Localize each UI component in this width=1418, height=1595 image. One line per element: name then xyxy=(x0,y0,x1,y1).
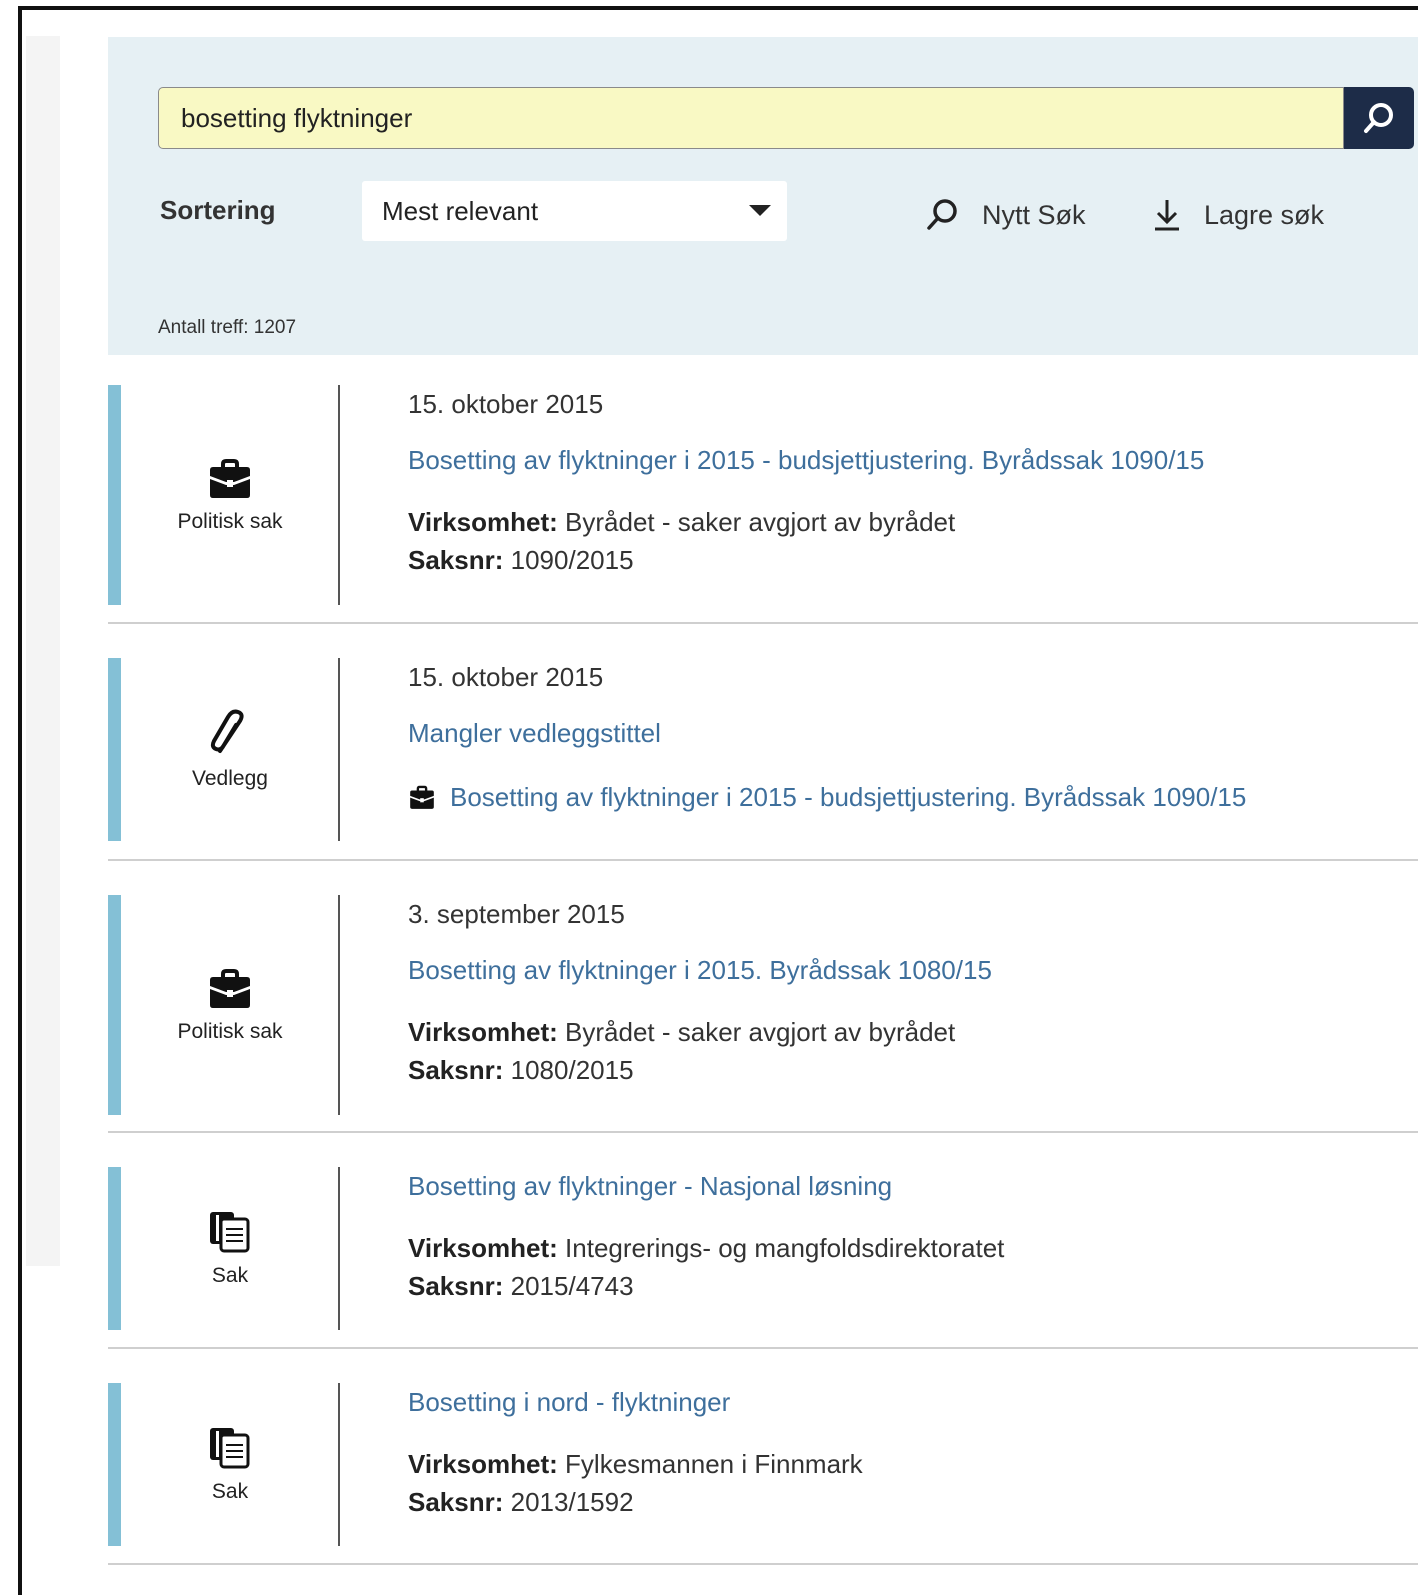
briefcase-icon xyxy=(210,459,250,498)
download-icon xyxy=(1152,197,1182,233)
result-item[interactable]: Sak Bosetting av flyktninger - Nasjonal … xyxy=(108,1167,1418,1330)
result-accent-bar xyxy=(108,1167,121,1330)
saksnr-value: 2013/1592 xyxy=(510,1487,634,1517)
documents-icon xyxy=(210,1211,250,1252)
virksomhet-label: Virksomhet: xyxy=(408,1017,558,1047)
parent-case-link[interactable]: Bosetting av flyktninger i 2015 - budsje… xyxy=(408,780,1418,814)
result-virksomhet: Virksomhet: Integrerings- og mangfoldsdi… xyxy=(408,1229,1418,1267)
result-saksnr: Saksnr: 1090/2015 xyxy=(408,541,1418,579)
virksomhet-value: Byrådet - saker avgjort av byrådet xyxy=(565,507,956,537)
save-search-button[interactable]: Lagre søk xyxy=(1152,197,1324,233)
result-title-link[interactable]: Bosetting av flyktninger i 2015 - budsje… xyxy=(408,443,1418,477)
parent-case-title[interactable]: Bosetting av flyktninger i 2015 - budsje… xyxy=(450,780,1246,814)
page-frame: Sortering Mest relevant Nytt Søk xyxy=(18,6,1418,1595)
result-type-label: Politisk sak xyxy=(177,510,283,533)
virksomhet-value: Byrådet - saker avgjort av byrådet xyxy=(565,1017,956,1047)
virksomhet-label: Virksomhet: xyxy=(408,1233,558,1263)
result-accent-bar xyxy=(108,658,121,841)
result-virksomhet: Virksomhet: Byrådet - saker avgjort av b… xyxy=(408,1013,1418,1051)
result-date: 15. oktober 2015 xyxy=(408,389,604,419)
divider xyxy=(338,895,340,1115)
result-item[interactable]: Vedlegg 15. oktober 2015 Mangler vedlegg… xyxy=(108,658,1418,841)
virksomhet-value: Integrerings- og mangfoldsdirektoratet xyxy=(565,1233,1005,1263)
result-type: Vedlegg xyxy=(121,658,339,841)
result-virksomhet: Virksomhet: Byrådet - saker avgjort av b… xyxy=(408,503,1418,541)
briefcase-icon xyxy=(410,785,434,809)
result-type-label: Politisk sak xyxy=(177,1020,283,1043)
save-search-label: Lagre søk xyxy=(1204,199,1325,230)
result-saksnr: Saksnr: 1080/2015 xyxy=(408,1051,1418,1089)
result-accent-bar xyxy=(108,1383,121,1546)
result-type: Politisk sak xyxy=(121,895,339,1115)
saksnr-value: 1080/2015 xyxy=(510,1055,634,1085)
search-field[interactable] xyxy=(158,87,1344,149)
sort-value: Mest relevant xyxy=(382,195,539,226)
result-title-link[interactable]: Bosetting av flyktninger i 2015. Byrådss… xyxy=(408,953,1418,987)
virksomhet-label: Virksomhet: xyxy=(408,1449,558,1479)
result-type: Politisk sak xyxy=(121,385,339,605)
virksomhet-value: Fylkesmannen i Finnmark xyxy=(565,1449,863,1479)
result-separator xyxy=(108,1131,1418,1133)
search-icon xyxy=(1364,103,1393,133)
result-content: Bosetting av flyktninger - Nasjonal løsn… xyxy=(408,1167,1418,1305)
result-item[interactable]: Politisk sak 3. september 2015 Bosetting… xyxy=(108,895,1418,1115)
new-search-button[interactable]: Nytt Søk xyxy=(924,197,1086,233)
saksnr-value: 2015/4743 xyxy=(510,1271,634,1301)
result-type: Sak xyxy=(121,1167,339,1330)
virksomhet-label: Virksomhet: xyxy=(408,507,558,537)
result-title-link[interactable]: Bosetting av flyktninger - Nasjonal løsn… xyxy=(408,1169,1418,1203)
result-separator xyxy=(108,1563,1418,1565)
result-count: Antall treff: 1207 xyxy=(158,317,297,338)
divider xyxy=(338,385,340,605)
result-type-label: Sak xyxy=(211,1479,249,1503)
result-accent-bar xyxy=(108,895,121,1115)
result-accent-bar xyxy=(108,385,121,605)
divider xyxy=(338,1167,340,1330)
sort-label: Sortering xyxy=(160,195,276,225)
search-button[interactable] xyxy=(1344,87,1414,149)
new-search-label: Nytt Søk xyxy=(982,199,1086,230)
result-title-link[interactable]: Mangler vedleggstittel xyxy=(408,716,1418,750)
result-saksnr: Saksnr: 2015/4743 xyxy=(408,1267,1418,1305)
result-item[interactable]: Sak Bosetting i nord - flyktninger Virks… xyxy=(108,1383,1418,1546)
result-item[interactable]: Politisk sak 15. oktober 2015 Bosetting … xyxy=(108,385,1418,605)
saksnr-label: Saksnr: xyxy=(408,545,504,575)
divider xyxy=(338,1383,340,1546)
result-separator xyxy=(108,1347,1418,1349)
search-icon xyxy=(924,197,960,233)
paperclip-icon xyxy=(210,709,244,753)
sort-dropdown[interactable]: Mest relevant xyxy=(362,181,787,241)
saksnr-value: 1090/2015 xyxy=(510,545,634,575)
saksnr-label: Saksnr: xyxy=(408,1271,504,1301)
saksnr-label: Saksnr: xyxy=(408,1055,504,1085)
divider xyxy=(338,658,340,841)
result-saksnr: Saksnr: 2013/1592 xyxy=(408,1483,1418,1521)
result-content: 3. september 2015 Bosetting av flyktning… xyxy=(408,895,1418,1089)
chevron-down-icon xyxy=(749,205,771,216)
result-virksomhet: Virksomhet: Fylkesmannen i Finnmark xyxy=(408,1445,1418,1483)
result-content: 15. oktober 2015 Mangler vedleggstittel … xyxy=(408,658,1418,814)
left-gutter xyxy=(26,36,60,1266)
saksnr-label: Saksnr: xyxy=(408,1487,504,1517)
search-panel: Sortering Mest relevant Nytt Søk xyxy=(108,37,1418,355)
result-date: 3. september 2015 xyxy=(408,899,625,929)
result-type-label: Vedlegg xyxy=(192,766,268,790)
result-date: 15. oktober 2015 xyxy=(408,662,604,692)
result-content: 15. oktober 2015 Bosetting av flyktninge… xyxy=(408,385,1418,579)
result-separator xyxy=(108,622,1418,624)
result-title-link[interactable]: Bosetting i nord - flyktninger xyxy=(408,1385,1418,1419)
result-type: Sak xyxy=(121,1383,339,1546)
result-separator xyxy=(108,859,1418,861)
documents-icon xyxy=(210,1427,250,1468)
result-type-label: Sak xyxy=(211,1263,249,1287)
briefcase-icon xyxy=(210,969,250,1008)
search-input[interactable] xyxy=(159,88,1343,148)
result-content: Bosetting i nord - flyktninger Virksomhe… xyxy=(408,1383,1418,1521)
